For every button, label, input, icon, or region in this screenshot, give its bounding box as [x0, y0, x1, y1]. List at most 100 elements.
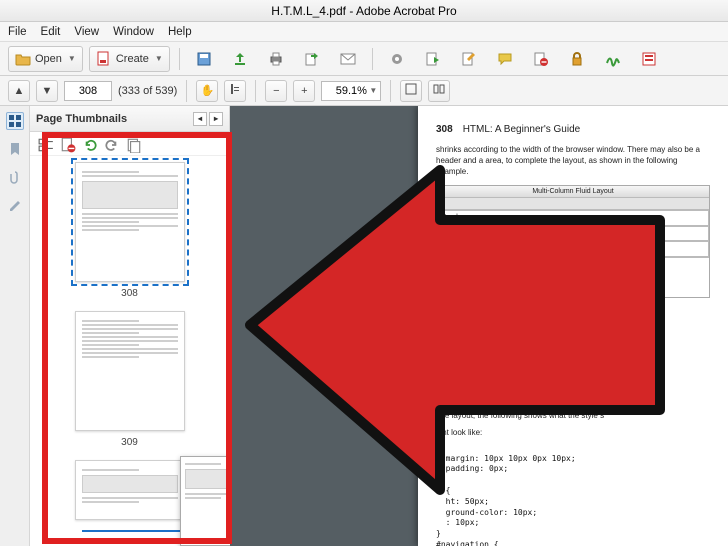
chevron-down-icon: ▼	[369, 86, 377, 95]
signature-icon	[605, 51, 621, 67]
mock-extra-cell: Extras	[618, 226, 709, 241]
main-toolbar: Open ▼ Create ▼	[0, 42, 728, 76]
sign-button[interactable]	[598, 46, 628, 72]
collapse-button[interactable]: ◂	[193, 112, 207, 126]
body-text: int to help you build the basic page	[436, 366, 710, 377]
arrow-up-icon: ▲	[14, 85, 25, 97]
folder-open-icon	[15, 51, 31, 67]
left-rail	[0, 106, 30, 546]
create-pdf-icon	[96, 51, 112, 67]
edit-text-button[interactable]	[454, 46, 484, 72]
document-delete-icon	[533, 51, 549, 67]
document-viewport[interactable]: 308 HTML: A Beginner's Guide shrinks acc…	[230, 106, 728, 546]
menu-window[interactable]: Window	[113, 26, 154, 38]
window-titlebar: H.T.M.L_4.pdf - Adobe Acrobat Pro	[0, 0, 728, 22]
rotate-ccw-icon[interactable]	[82, 137, 96, 151]
settings-button[interactable]	[382, 46, 412, 72]
toolbar-separator	[186, 80, 187, 102]
toolbar-separator	[390, 80, 391, 102]
body-text: shrinks according to the width of the br…	[436, 145, 710, 177]
attachments-panel-button[interactable]	[6, 168, 24, 186]
fit-page-button[interactable]	[400, 80, 422, 102]
toolbar-separator	[255, 80, 256, 102]
page-number: 308	[436, 124, 453, 135]
window-title: H.T.M.L_4.pdf - Adobe Acrobat Pro	[271, 4, 456, 18]
options-icon[interactable]	[38, 137, 52, 151]
comment-button[interactable]	[490, 46, 520, 72]
thumbnails-toolbar	[30, 132, 229, 156]
minus-icon: −	[273, 85, 279, 97]
thumbnail-page-310[interactable]	[75, 460, 185, 520]
toolbar-separator	[372, 48, 373, 70]
rotate-cw-icon[interactable]	[104, 137, 118, 151]
email-button[interactable]	[333, 46, 363, 72]
page-number-input[interactable]	[64, 81, 112, 101]
reading-mode-button[interactable]	[428, 80, 450, 102]
zoom-level-field[interactable]: 59.1% ▼	[321, 81, 381, 101]
create-button[interactable]: Create ▼	[89, 46, 170, 72]
upload-button[interactable]	[225, 46, 255, 72]
zoom-out-button[interactable]: −	[265, 80, 287, 102]
zoom-value: 59.1%	[336, 85, 367, 97]
document-export-icon	[425, 51, 441, 67]
page-thumbnails-panel: Page Thumbnails ◂ ▸ 30	[30, 106, 230, 546]
hand-icon: ✋	[200, 84, 214, 97]
delete-thumb-icon[interactable]	[60, 137, 74, 151]
text-select-icon	[229, 83, 241, 98]
envelope-icon	[340, 51, 356, 67]
menu-bar: File Edit View Window Help	[0, 22, 728, 42]
signatures-panel-button[interactable]	[6, 196, 24, 214]
delete-page-button[interactable]	[526, 46, 556, 72]
thumbnails-title: Page Thumbnails	[36, 113, 127, 125]
open-button[interactable]: Open ▼	[8, 46, 83, 72]
zoom-in-button[interactable]: +	[293, 80, 315, 102]
pdf-page: 308 HTML: A Beginner's Guide shrinks acc…	[418, 106, 728, 546]
menu-view[interactable]: View	[74, 26, 99, 38]
menu-edit[interactable]: Edit	[41, 26, 61, 38]
mock-content-cell: Content	[528, 226, 619, 241]
chevron-down-icon: ▼	[68, 54, 76, 63]
print-button[interactable]	[261, 46, 291, 72]
code-block: { margin: 10px 10px 0px 10px; padding: 0…	[436, 443, 710, 546]
comment-icon	[497, 51, 513, 67]
thumbnail-label: 308	[121, 288, 138, 299]
arrow-down-icon: ▼	[42, 85, 53, 97]
close-panel-button[interactable]: ▸	[209, 112, 223, 126]
next-page-button[interactable]: ▼	[36, 80, 58, 102]
share-button[interactable]	[297, 46, 327, 72]
hand-tool-button[interactable]: ✋	[196, 80, 218, 102]
thumbnail-page-308[interactable]	[75, 162, 185, 282]
gear-icon	[389, 51, 405, 67]
select-tool-button[interactable]	[224, 80, 246, 102]
thumbnail-label: 309	[121, 437, 138, 448]
body-text: ylesheet somewhat, depending on the leng…	[436, 377, 710, 388]
secure-button[interactable]	[562, 46, 592, 72]
mock-nav-cell: Navigation	[437, 226, 528, 241]
mock-title: Multi-Column Fluid Layout	[437, 186, 709, 198]
share-icon	[304, 51, 320, 67]
body-text: ight look like:	[436, 428, 710, 439]
export-button[interactable]	[418, 46, 448, 72]
running-head: HTML: A Beginner's Guide	[463, 124, 581, 135]
form-button[interactable]	[634, 46, 664, 72]
thumbnails-panel-button[interactable]	[6, 112, 24, 130]
create-label: Create	[116, 53, 149, 65]
toolbar-separator	[179, 48, 180, 70]
lock-icon	[569, 51, 585, 67]
plus-icon: +	[301, 85, 307, 97]
bookmarks-panel-button[interactable]	[6, 140, 24, 158]
menu-file[interactable]: File	[8, 26, 27, 38]
chevron-down-icon: ▼	[155, 54, 163, 63]
thumbnails-header: Page Thumbnails ◂ ▸	[30, 106, 229, 132]
extract-icon[interactable]	[126, 137, 140, 151]
form-icon	[641, 51, 657, 67]
prev-page-button[interactable]: ▲	[8, 80, 30, 102]
menu-help[interactable]: Help	[168, 26, 192, 38]
embedded-browser-mock: Multi-Column Fluid Layout Header Navigat…	[436, 185, 710, 297]
reading-icon	[433, 83, 445, 98]
save-icon	[196, 51, 212, 67]
save-button[interactable]	[189, 46, 219, 72]
printer-icon	[268, 51, 284, 67]
mock-header-cell: Header	[437, 210, 709, 225]
thumbnail-page-309[interactable]	[75, 311, 185, 431]
